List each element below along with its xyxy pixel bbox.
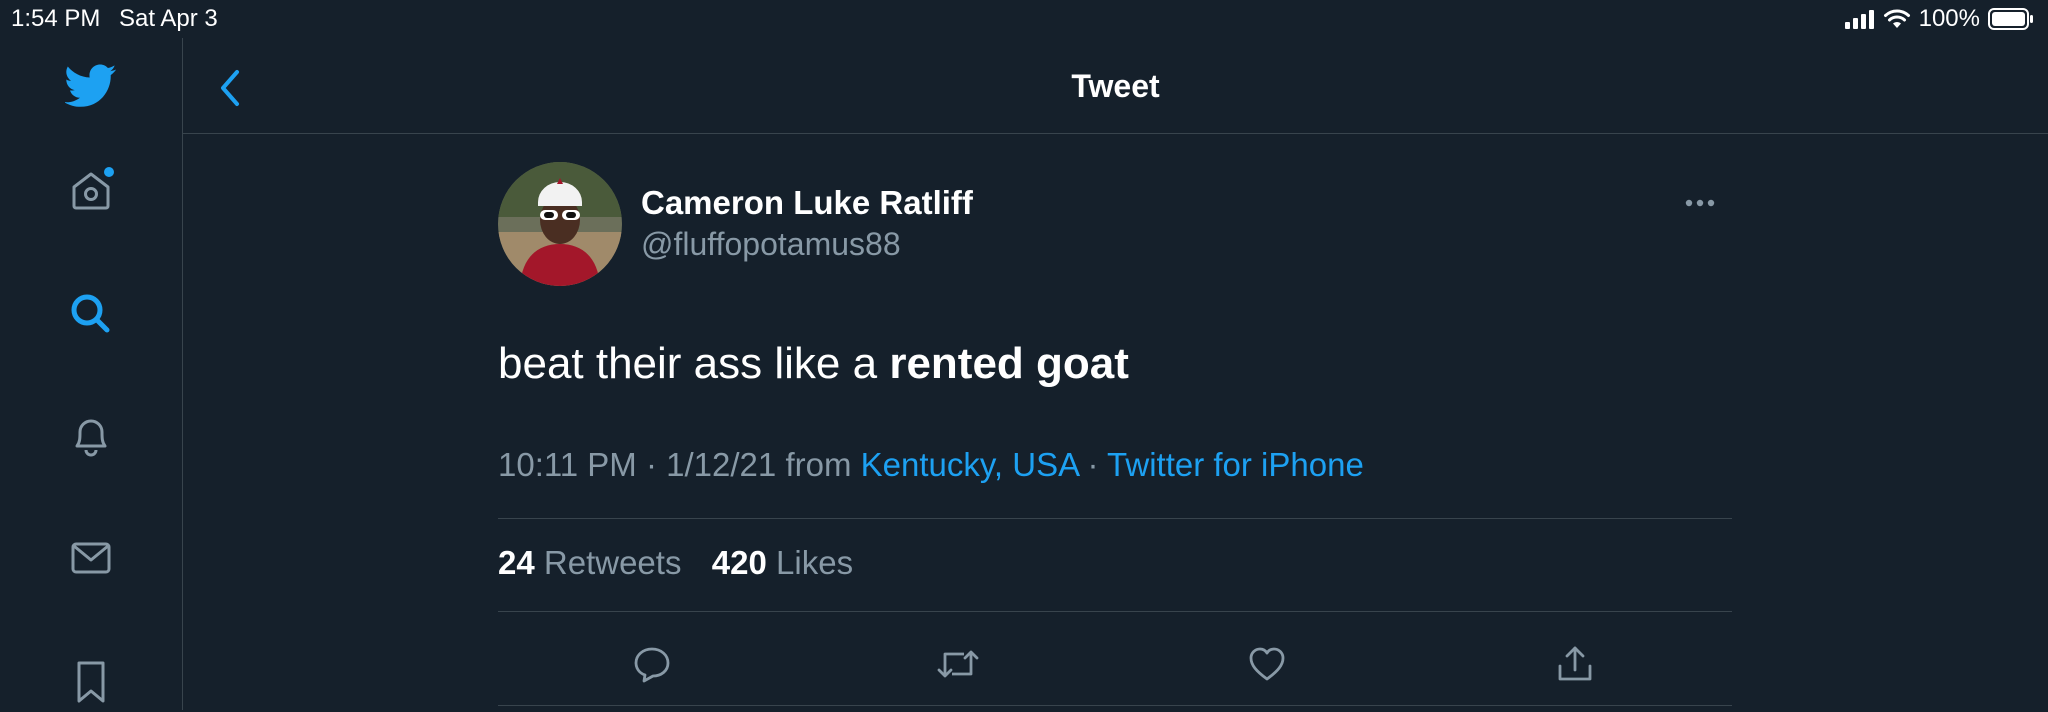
sidebar — [0, 38, 183, 710]
share-icon — [1558, 646, 1592, 681]
tweet-stats: 24 Retweets 420 Likes — [498, 544, 853, 582]
wifi-icon — [1883, 9, 1910, 28]
status-date: Sat Apr 3 — [119, 5, 218, 32]
sidebar-item-messages[interactable] — [60, 527, 122, 589]
twitter-bird-icon — [65, 64, 117, 107]
retweets-stat[interactable]: 24 Retweets — [498, 544, 681, 581]
mail-icon — [71, 542, 111, 574]
likes-label: Likes — [776, 544, 854, 581]
likes-stat[interactable]: 420 Likes — [712, 544, 853, 581]
tweet-text-plain: beat their ass like a — [498, 339, 890, 388]
avatar-image — [498, 162, 622, 286]
status-indicators: 100% — [1844, 4, 2034, 34]
retweet-icon — [937, 650, 979, 678]
bell-icon — [75, 419, 107, 457]
sidebar-item-bookmarks[interactable] — [60, 650, 122, 712]
tweet-metadata: 10:11 PM · 1/12/21 from Kentucky, USA · … — [498, 446, 1364, 484]
retweets-label: Retweets — [543, 544, 682, 581]
from-label: from — [785, 446, 852, 483]
status-bar: 1:54 PM Sat Apr 3 100% — [0, 0, 2048, 38]
tweet-time: 10:11 PM — [498, 446, 637, 483]
divider — [498, 611, 1732, 612]
sidebar-item-home[interactable] — [60, 159, 122, 221]
divider — [498, 518, 1732, 519]
meta-separator: · — [1087, 446, 1099, 483]
heart-icon — [1249, 647, 1285, 681]
twitter-logo-button[interactable] — [60, 55, 122, 117]
status-time: 1:54 PM — [11, 5, 101, 32]
search-icon — [71, 294, 110, 333]
bookmark-icon — [77, 661, 105, 703]
display-name[interactable]: Cameron Luke Ratliff — [641, 184, 973, 222]
tweet-text-bold: rented goat — [889, 339, 1129, 388]
like-button[interactable] — [1237, 634, 1297, 694]
more-options-button[interactable] — [1680, 188, 1720, 218]
avatar[interactable] — [498, 162, 622, 286]
sidebar-item-notifications[interactable] — [60, 405, 122, 467]
reply-icon — [634, 647, 670, 683]
share-button[interactable] — [1545, 634, 1605, 694]
client-link[interactable]: Twitter for iPhone — [1107, 446, 1364, 483]
divider — [498, 705, 1732, 706]
page-title: Tweet — [1071, 68, 1160, 104]
cellular-signal-icon — [1844, 10, 1874, 29]
reply-button[interactable] — [622, 634, 682, 694]
sidebar-item-explore[interactable] — [60, 283, 122, 345]
meta-separator: · — [645, 446, 657, 483]
header: Tweet — [183, 38, 2048, 134]
battery-percentage: 100% — [1918, 5, 1980, 32]
battery-icon — [1988, 8, 2033, 30]
retweet-button[interactable] — [928, 634, 988, 694]
user-handle[interactable]: @fluffopotamus88 — [641, 226, 901, 263]
tweet-date: 1/12/21 — [666, 446, 777, 483]
location-link[interactable]: Kentucky, USA — [861, 446, 1079, 483]
home-icon — [72, 167, 114, 210]
retweets-count: 24 — [498, 544, 535, 581]
more-horizontal-icon — [1685, 199, 1715, 207]
likes-count: 420 — [711, 544, 767, 581]
tweet-text: beat their ass like a rented goat — [498, 339, 1129, 389]
